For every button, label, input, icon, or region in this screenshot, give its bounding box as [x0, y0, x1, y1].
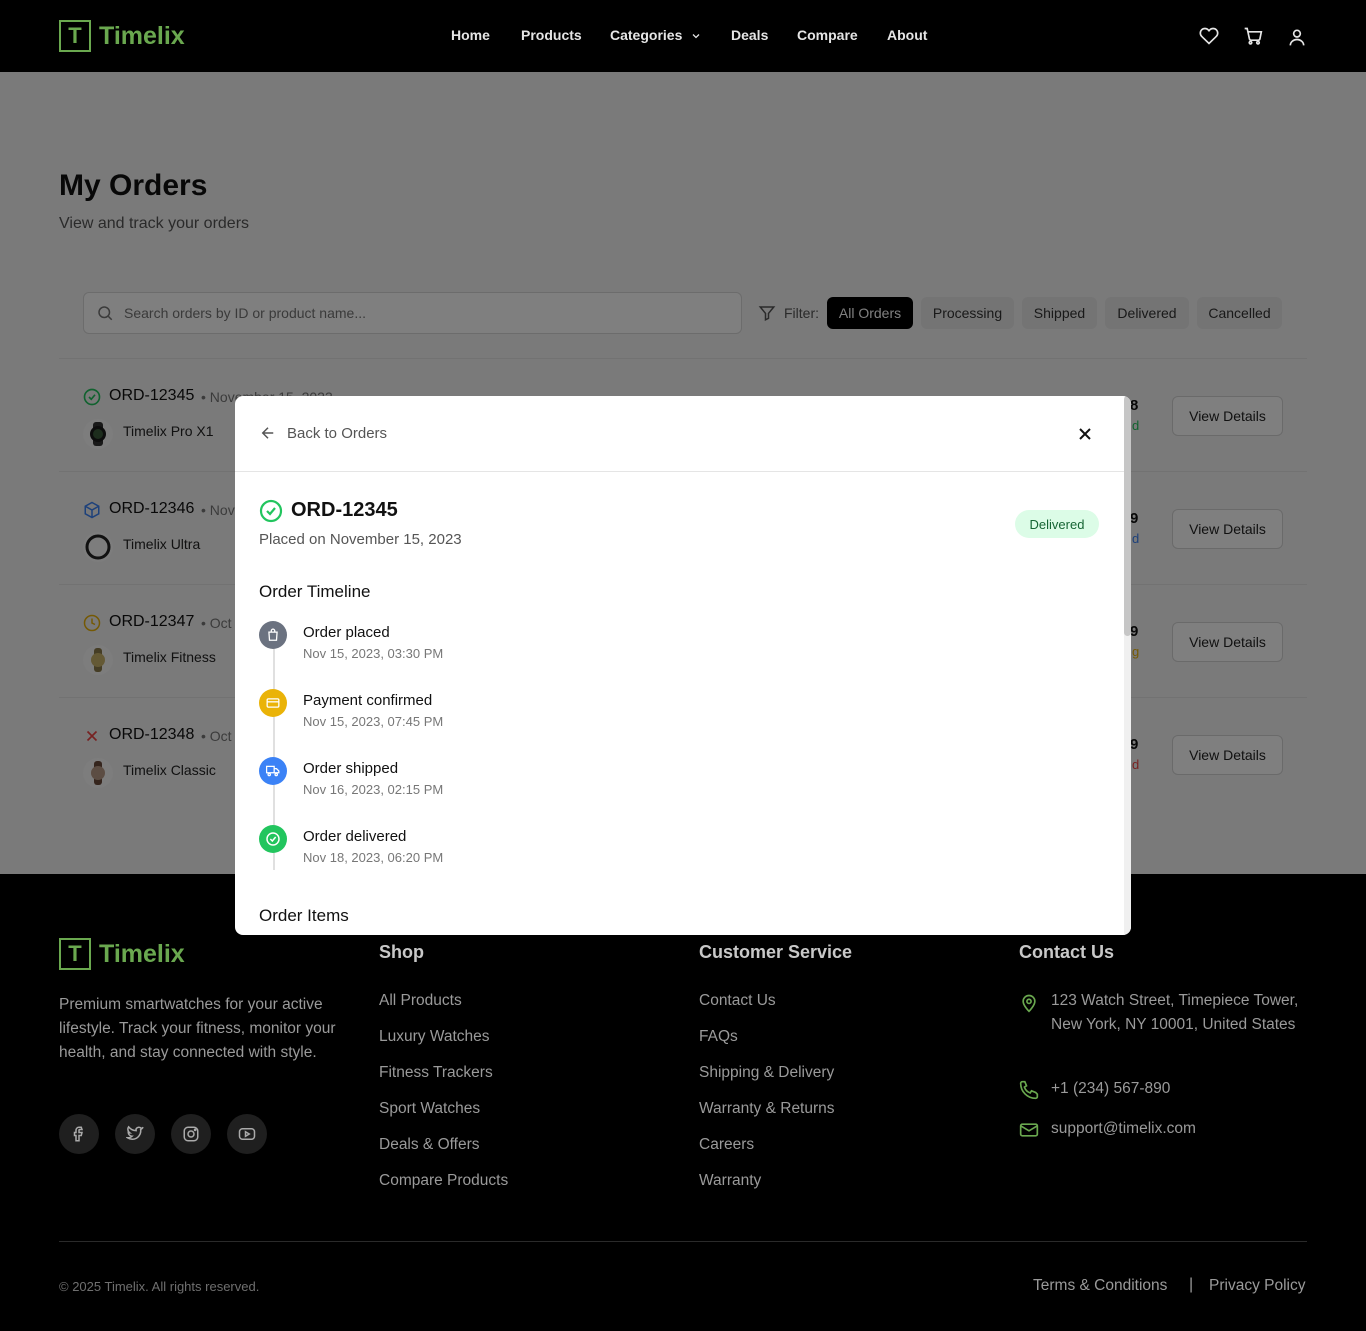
timeline-dot	[259, 757, 287, 785]
facebook-link[interactable]	[59, 1114, 99, 1154]
back-label: Back to Orders	[287, 424, 388, 442]
contact-address: 123 Watch Street, Timepiece Tower, New Y…	[1051, 992, 1299, 1033]
footer-logo[interactable]: T Timelix	[59, 938, 185, 970]
instagram-icon	[183, 1126, 199, 1142]
logo-mark: T	[59, 938, 91, 970]
logo-text: Timelix	[99, 21, 185, 50]
timeline-title-text: Order delivered	[303, 828, 407, 845]
logo-mark: T	[59, 20, 91, 52]
user-icon[interactable]	[1287, 27, 1307, 47]
footer-separator: |	[1189, 1276, 1194, 1293]
timeline-time: Nov 15, 2023, 07:45 PM	[303, 714, 444, 729]
nav-link-compare[interactable]: Compare	[797, 27, 858, 43]
timeline-dot	[259, 689, 287, 717]
contact-phone[interactable]: +1 (234) 567-890	[1051, 1077, 1311, 1101]
contact-email[interactable]: support@timelix.com	[1051, 1117, 1311, 1141]
map-pin-icon	[1022, 994, 1036, 1013]
order-items-title: Order Items	[259, 906, 349, 925]
contact-title: Contact Us	[1019, 942, 1115, 962]
footer-link-deals[interactable]: Deals & Offers	[379, 1136, 480, 1154]
heart-icon[interactable]	[1199, 26, 1219, 46]
twitter-link[interactable]	[115, 1114, 155, 1154]
footer-link-all-products[interactable]: All Products	[379, 992, 462, 1010]
timeline-time: Nov 18, 2023, 06:20 PM	[303, 850, 444, 865]
modal-header: Back to Orders	[235, 396, 1131, 472]
nav-link-deals[interactable]: Deals	[731, 27, 768, 43]
service-title: Customer Service	[699, 942, 853, 962]
timeline-dot	[259, 825, 287, 853]
phone-icon	[1019, 1080, 1039, 1100]
footer-link-fitness-trackers[interactable]: Fitness Trackers	[379, 1064, 493, 1082]
back-to-orders-button[interactable]: Back to Orders	[259, 424, 387, 442]
chevron-down-icon	[692, 34, 700, 39]
mail-icon	[1019, 1123, 1039, 1137]
check-circle-icon	[266, 832, 280, 846]
order-detail-modal: Back to Orders ORD-12345 Placed on Novem…	[235, 396, 1131, 935]
footer-link-faqs[interactable]: FAQs	[699, 1028, 738, 1046]
instagram-link[interactable]	[171, 1114, 211, 1154]
credit-card-icon	[266, 698, 280, 708]
timeline-time: Nov 15, 2023, 03:30 PM	[303, 646, 444, 661]
footer-link-careers[interactable]: Careers	[699, 1136, 754, 1154]
close-icon[interactable]	[1075, 424, 1095, 444]
nav-link-products[interactable]: Products	[521, 27, 582, 43]
modal-scrollbar-thumb[interactable]	[1124, 396, 1131, 636]
youtube-link[interactable]	[227, 1114, 267, 1154]
top-navbar: T Timelix Home Products Categories Deals…	[0, 0, 1366, 72]
terms-link[interactable]: Terms & Conditions	[1033, 1277, 1167, 1295]
footer-link-warranty[interactable]: Warranty	[699, 1172, 761, 1190]
facebook-icon	[73, 1126, 84, 1142]
timeline-title-text: Order placed	[303, 624, 390, 641]
timeline-time: Nov 16, 2023, 02:15 PM	[303, 782, 444, 797]
order-placed-date: Placed on November 15, 2023	[259, 531, 462, 548]
nav-link-categories[interactable]: Categories	[610, 27, 702, 43]
footer-link-contact[interactable]: Contact Us	[699, 992, 776, 1010]
modal-scrollbar[interactable]	[1124, 396, 1131, 935]
brand-logo[interactable]: T Timelix	[59, 20, 185, 52]
footer-link-shipping[interactable]: Shipping & Delivery	[699, 1064, 834, 1082]
timeline-title: Order Timeline	[259, 582, 371, 601]
shop-title: Shop	[379, 942, 424, 962]
footer-link-luxury-watches[interactable]: Luxury Watches	[379, 1028, 490, 1046]
footer-link-warranty-returns[interactable]: Warranty & Returns	[699, 1100, 835, 1118]
privacy-link[interactable]: Privacy Policy	[1209, 1277, 1305, 1295]
timeline-title-text: Order shipped	[303, 760, 399, 777]
arrow-left-icon	[261, 427, 274, 439]
cart-icon[interactable]	[1243, 26, 1263, 46]
timeline-dot	[259, 621, 287, 649]
twitter-icon	[126, 1125, 144, 1141]
youtube-icon	[238, 1128, 256, 1140]
nav-link-categories-label: Categories	[610, 27, 683, 43]
footer-link-compare[interactable]: Compare Products	[379, 1172, 508, 1190]
copyright: © 2025 Timelix. All rights reserved.	[59, 1279, 260, 1294]
timeline-title-text: Payment confirmed	[303, 692, 433, 709]
nav-link-home[interactable]: Home	[451, 27, 490, 43]
site-footer: T Timelix Premium smartwatches for your …	[0, 874, 1366, 1331]
footer-link-sport-watches[interactable]: Sport Watches	[379, 1100, 480, 1118]
truck-icon	[266, 765, 280, 777]
footer-divider	[59, 1241, 1307, 1242]
footer-description: Premium smartwatches for your active lif…	[59, 996, 336, 1061]
status-badge: Delivered	[1015, 510, 1099, 538]
modal-order-id: ORD-12345	[291, 499, 398, 521]
logo-text: Timelix	[99, 939, 185, 968]
bag-icon	[268, 628, 278, 641]
check-circle-icon	[259, 499, 283, 523]
nav-link-about[interactable]: About	[887, 27, 927, 43]
